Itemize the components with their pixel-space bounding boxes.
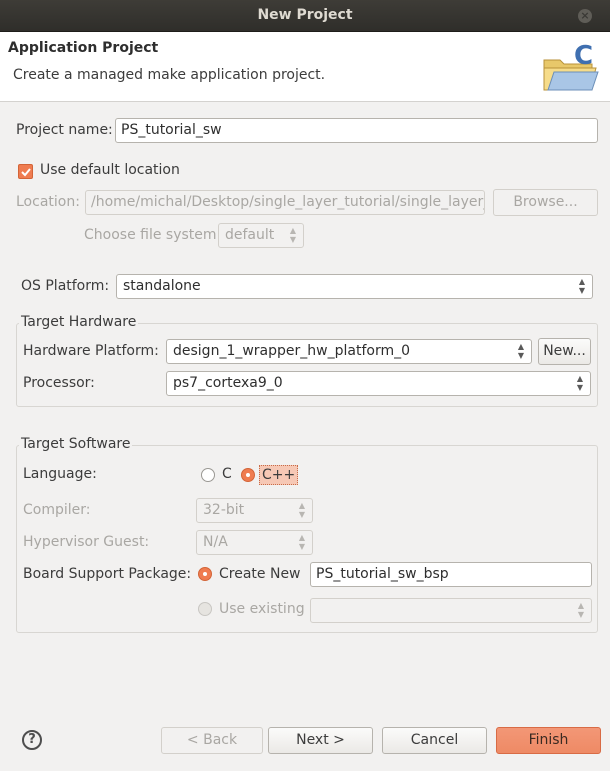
- help-icon[interactable]: ?: [22, 730, 42, 750]
- bsp-existing-select[interactable]: ▲ ▼: [310, 598, 592, 623]
- bsp-use-existing-radio[interactable]: [198, 602, 212, 616]
- processor-label: Processor:: [23, 375, 95, 391]
- page-title: Application Project: [8, 40, 159, 56]
- language-cpp-radio[interactable]: [241, 468, 255, 482]
- hardware-platform-select[interactable]: design_1_wrapper_hw_platform_0 ▲ ▼: [166, 339, 532, 364]
- bsp-name-input[interactable]: PS_tutorial_sw_bsp: [310, 562, 592, 587]
- bsp-label: Board Support Package:: [23, 566, 192, 582]
- spin-arrows-icon: ▲ ▼: [578, 277, 586, 295]
- hardware-platform-label: Hardware Platform:: [23, 343, 159, 359]
- language-c-label: C: [222, 466, 232, 482]
- use-default-location-checkbox[interactable]: [18, 164, 33, 179]
- checkmark-icon: [21, 168, 31, 177]
- language-cpp-label: C++: [259, 465, 299, 485]
- spin-arrows-icon: ▲ ▼: [577, 601, 585, 619]
- bsp-create-new-label: Create New: [219, 566, 301, 582]
- processor-select[interactable]: ps7_cortexa9_0 ▲ ▼: [166, 371, 591, 396]
- finish-button[interactable]: Finish: [496, 727, 601, 754]
- use-default-location-label: Use default location: [40, 162, 180, 178]
- language-label: Language:: [23, 466, 97, 482]
- compiler-value: 32-bit: [203, 502, 245, 518]
- location-input[interactable]: /home/michal/Desktop/single_layer_tutori…: [85, 190, 485, 215]
- hardware-platform-value: design_1_wrapper_hw_platform_0: [173, 343, 410, 359]
- target-software-title: Target Software: [19, 436, 133, 452]
- target-hardware-title: Target Hardware: [19, 314, 139, 330]
- browse-button[interactable]: Browse...: [493, 189, 598, 216]
- file-system-value: default: [225, 227, 275, 243]
- window-title: New Project: [257, 7, 353, 23]
- hypervisor-guest-label: Hypervisor Guest:: [23, 534, 150, 550]
- wizard-header: Application Project Create a managed mak…: [0, 32, 610, 102]
- os-platform-value: standalone: [123, 278, 201, 294]
- new-hardware-platform-button[interactable]: New...: [538, 338, 591, 365]
- title-bar: New Project ×: [0, 0, 610, 32]
- svg-text:C: C: [574, 42, 593, 71]
- page-description: Create a managed make application projec…: [13, 67, 326, 83]
- bsp-use-existing-label: Use existing: [219, 601, 305, 617]
- hypervisor-guest-select[interactable]: N/A ▲ ▼: [196, 530, 313, 555]
- next-button[interactable]: Next >: [268, 727, 373, 754]
- file-system-select[interactable]: default ▲ ▼: [218, 223, 304, 248]
- new-c-project-wizard-icon: C: [543, 42, 599, 91]
- language-c-radio[interactable]: [201, 468, 215, 482]
- processor-value: ps7_cortexa9_0: [173, 375, 283, 391]
- spin-arrows-icon: ▲ ▼: [576, 374, 584, 392]
- close-icon[interactable]: ×: [578, 9, 592, 23]
- location-label: Location:: [16, 194, 80, 210]
- os-platform-label: OS Platform:: [21, 278, 110, 294]
- spin-arrows-icon: ▲ ▼: [298, 501, 306, 519]
- back-button[interactable]: < Back: [161, 727, 263, 754]
- compiler-select[interactable]: 32-bit ▲ ▼: [196, 498, 313, 523]
- file-system-label: Choose file system:: [84, 227, 222, 243]
- hypervisor-guest-value: N/A: [203, 534, 228, 550]
- bsp-create-new-radio[interactable]: [198, 567, 212, 581]
- os-platform-select[interactable]: standalone ▲ ▼: [116, 274, 593, 299]
- compiler-label: Compiler:: [23, 502, 91, 518]
- spin-arrows-icon: ▲ ▼: [298, 533, 306, 551]
- project-name-input[interactable]: PS_tutorial_sw: [115, 118, 598, 143]
- spin-arrows-icon: ▲ ▼: [289, 226, 297, 244]
- project-name-label: Project name:: [16, 122, 113, 138]
- spin-arrows-icon: ▲ ▼: [517, 342, 525, 360]
- cancel-button[interactable]: Cancel: [382, 727, 487, 754]
